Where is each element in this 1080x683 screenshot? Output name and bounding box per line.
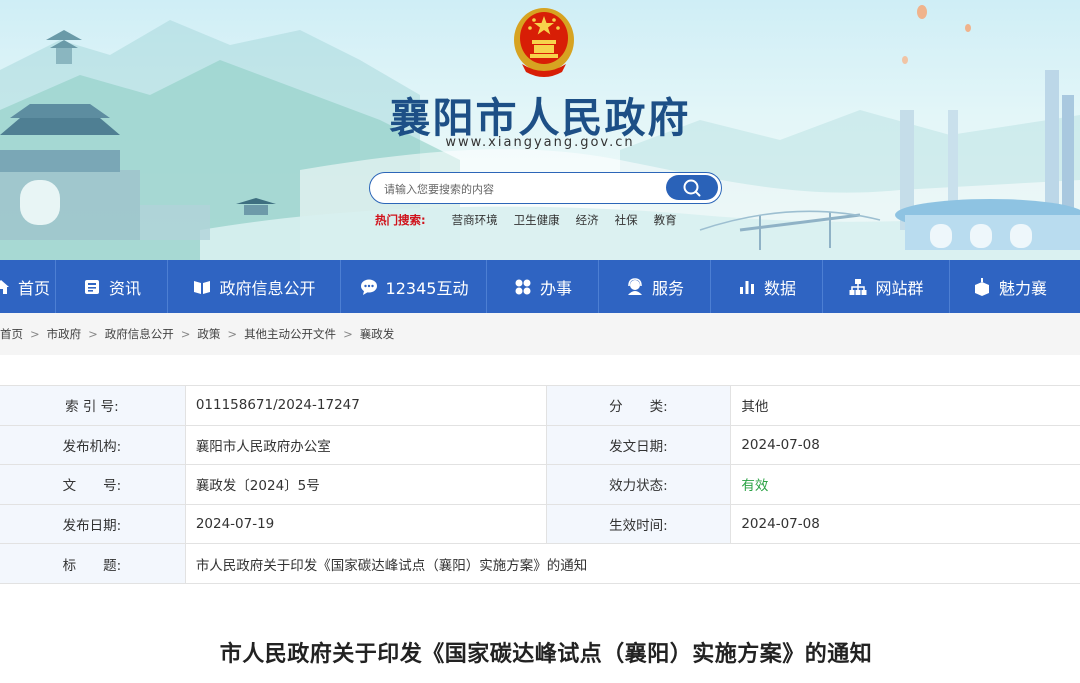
table-row: 发布机构: 襄阳市人民政府办公室 发文日期: 2024-07-08 bbox=[0, 424, 1080, 466]
breadcrumb-item[interactable]: 襄政发 bbox=[360, 326, 395, 342]
nav-item-affairs[interactable]: 办事 bbox=[487, 260, 599, 313]
bar-chart-icon bbox=[739, 280, 754, 294]
info-value: 其他 bbox=[730, 385, 1080, 426]
header-banner: 襄阳市人民政府 www.xiangyang.gov.cn 热门搜索: 营商环境 … bbox=[0, 0, 1080, 260]
document-title: 市人民政府关于印发《国家碳达峰试点（襄阳）实施方案》的通知 bbox=[219, 642, 873, 667]
breadcrumb-separator: > bbox=[88, 327, 98, 341]
nav-item-gov-info[interactable]: 政府信息公开 bbox=[168, 260, 341, 313]
info-label: 分 类: bbox=[545, 385, 732, 426]
table-row: 标 题: 市人民政府关于印发《国家碳达峰试点（襄阳）实施方案》的通知 bbox=[0, 543, 1080, 584]
breadcrumb-item[interactable]: 政策 bbox=[197, 326, 220, 342]
breadcrumb-separator: > bbox=[180, 327, 191, 341]
search-button[interactable] bbox=[666, 175, 718, 200]
breadcrumb-item[interactable]: 其他主动公开文件 bbox=[244, 326, 336, 342]
main-nav: 首页 资讯 政府信息公开 12345互动 办事 服务 数据 网站群 魅力襄 bbox=[0, 260, 1080, 313]
info-value: 襄阳市人民政府办公室 bbox=[184, 424, 547, 466]
search-icon bbox=[683, 179, 701, 196]
nav-item-service[interactable]: 服务 bbox=[599, 260, 711, 313]
nav-item-data[interactable]: 数据 bbox=[711, 260, 823, 313]
info-label: 发布机构: bbox=[0, 424, 186, 466]
nav-label: 12345互动 bbox=[385, 278, 469, 298]
news-icon bbox=[84, 279, 99, 294]
breadcrumb-item[interactable]: 市政府 bbox=[47, 326, 82, 342]
search-input[interactable] bbox=[384, 179, 664, 199]
nav-label: 首页 bbox=[17, 278, 50, 298]
hot-search-label: 热门搜索: bbox=[375, 213, 426, 227]
nav-label: 网站群 bbox=[875, 278, 924, 298]
info-value: 襄政发〔2024〕5号 bbox=[184, 464, 547, 505]
info-label: 索 引 号: bbox=[0, 385, 186, 426]
sitemap-icon bbox=[849, 278, 867, 295]
book-icon bbox=[194, 280, 211, 294]
info-value: 2024-07-08 bbox=[730, 503, 1080, 545]
validity-status: 有效 bbox=[730, 464, 1080, 505]
hot-search-item[interactable]: 营商环境 bbox=[452, 212, 498, 228]
hot-search-bar: 热门搜索: 营商环境 卫生健康 经济 社保 教育 bbox=[375, 212, 693, 228]
info-value: 011158671/2024-17247 bbox=[184, 385, 547, 426]
breadcrumb-item[interactable]: 首页 bbox=[0, 326, 23, 342]
nav-item-news[interactable]: 资讯 bbox=[56, 260, 168, 313]
national-emblem-icon bbox=[514, 8, 574, 77]
hot-search-item[interactable]: 经济 bbox=[576, 212, 599, 228]
nav-label: 服务 bbox=[651, 278, 684, 298]
nav-item-charm[interactable]: 魅力襄 bbox=[950, 260, 1078, 313]
search-box bbox=[369, 172, 722, 204]
breadcrumb-separator: > bbox=[343, 327, 353, 341]
site-url: www.xiangyang.gov.cn bbox=[445, 135, 635, 150]
nav-item-12345[interactable]: 12345互动 bbox=[341, 260, 487, 313]
nav-label: 数据 bbox=[763, 278, 796, 298]
table-row: 发布日期: 2024-07-19 生效时间: 2024-07-08 bbox=[0, 503, 1080, 545]
table-row: 文 号: 襄政发〔2024〕5号 效力状态: 有效 bbox=[0, 464, 1080, 505]
info-label: 生效时间: bbox=[545, 503, 732, 545]
table-row: 索 引 号: 011158671/2024-17247 分 类: 其他 bbox=[0, 385, 1080, 426]
service-icon bbox=[627, 277, 642, 295]
document-info-table: 索 引 号: 011158671/2024-17247 分 类: 其他 发布机构… bbox=[0, 385, 1080, 584]
hot-search-item[interactable]: 社保 bbox=[615, 212, 638, 228]
nav-item-home[interactable]: 首页 bbox=[0, 260, 56, 313]
info-value: 2024-07-08 bbox=[730, 424, 1080, 466]
heart-icon bbox=[975, 277, 989, 296]
info-label: 效力状态: bbox=[545, 464, 732, 505]
grid-icon bbox=[515, 279, 531, 294]
info-label: 发布日期: bbox=[0, 503, 186, 545]
breadcrumb-separator: > bbox=[227, 327, 238, 341]
chat-icon bbox=[360, 279, 377, 295]
nav-item-site-group[interactable]: 网站群 bbox=[823, 260, 950, 313]
breadcrumb-separator: > bbox=[30, 327, 40, 341]
hot-search-item[interactable]: 教育 bbox=[654, 212, 677, 228]
nav-label: 资讯 bbox=[108, 278, 141, 298]
breadcrumb: 首页 > 市政府 > 政府信息公开 > 政策 > 其他主动公开文件 > 襄政发 bbox=[0, 313, 1080, 355]
breadcrumb-item[interactable]: 政府信息公开 bbox=[105, 326, 174, 342]
hot-search-item[interactable]: 卫生健康 bbox=[514, 212, 560, 228]
info-label: 标 题: bbox=[0, 543, 186, 584]
nav-label: 办事 bbox=[539, 278, 572, 298]
home-icon bbox=[0, 279, 9, 294]
nav-label: 魅力襄 bbox=[999, 278, 1048, 298]
info-label: 文 号: bbox=[0, 464, 186, 505]
nav-label: 政府信息公开 bbox=[219, 278, 316, 298]
info-label: 发文日期: bbox=[545, 424, 732, 466]
info-title-value: 市人民政府关于印发《国家碳达峰试点（襄阳）实施方案》的通知 bbox=[184, 543, 1080, 584]
info-value: 2024-07-19 bbox=[184, 503, 547, 545]
